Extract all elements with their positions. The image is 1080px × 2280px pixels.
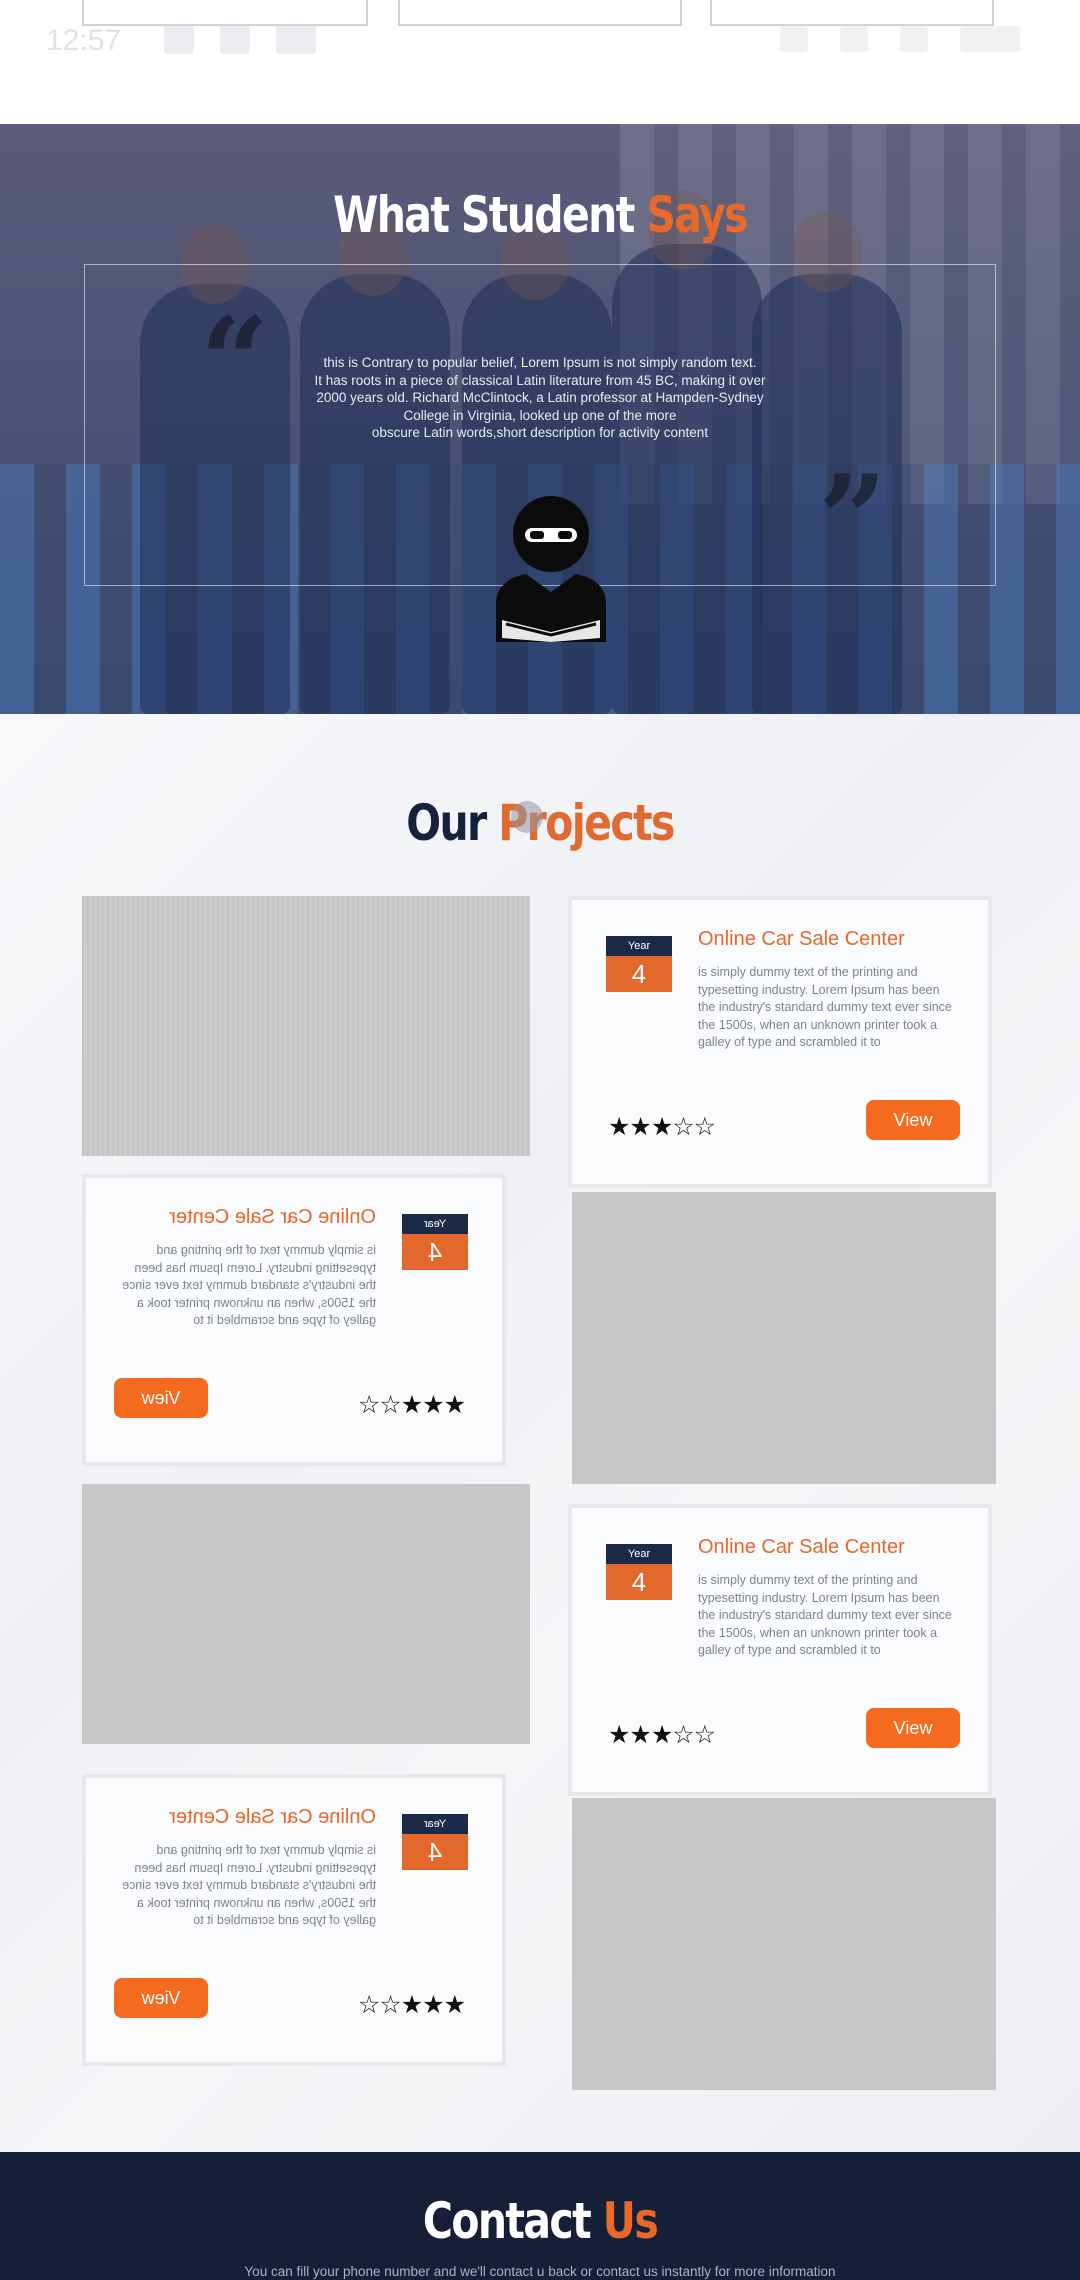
year-value: 4	[606, 1564, 672, 1600]
testimonial-line: 2000 years old. Richard McClintock, a La…	[316, 390, 764, 405]
contact-subtitle: You can fill your phone number and we'll…	[244, 2264, 836, 2279]
view-button[interactable]: View	[114, 1378, 208, 1418]
year-value: 4	[402, 1834, 468, 1870]
testimonial-line: obscure Latin words,short description fo…	[371, 425, 709, 440]
status-bar: 12:57	[0, 0, 1080, 80]
project-title[interactable]: Online Car Sale Center	[169, 1806, 376, 1829]
signal-icon	[840, 26, 868, 52]
projects-section: Our Projects Year 4 Online Car Sale Cent…	[0, 714, 1080, 2152]
student-avatar-icon	[496, 496, 606, 642]
year-badge: Year 4	[402, 1214, 468, 1270]
view-button[interactable]: View	[866, 1100, 960, 1140]
star-rating: ★★★☆☆	[608, 1721, 716, 1749]
testimonial-section: What Student Says “ ” this is Contrary t…	[0, 124, 1080, 714]
year-badge: Year 4	[402, 1814, 468, 1870]
heading-part-orange: Us	[602, 2192, 659, 2250]
contact-section: Contact Us You can fill your phone numbe…	[0, 2152, 1080, 2280]
year-label: Year	[606, 1544, 672, 1564]
status-right-icons	[780, 24, 1040, 54]
status-time: 12:57	[46, 24, 122, 57]
project-title[interactable]: Online Car Sale Center	[698, 1536, 905, 1559]
project-image[interactable]	[572, 1192, 996, 1484]
year-value: 4	[402, 1234, 468, 1270]
project-card[interactable]: Year 4 Online Car Sale Center is simply …	[568, 1504, 992, 1796]
year-label: Year	[606, 936, 672, 956]
contact-heading: Contact Us	[97, 2192, 983, 2250]
view-button[interactable]: View	[866, 1708, 960, 1748]
testimonial-text: this is Contrary to popular belief, Lore…	[300, 354, 780, 442]
battery-icon	[960, 26, 1020, 52]
project-image[interactable]	[82, 896, 530, 1156]
star-rating: ★★★☆☆	[608, 1113, 716, 1141]
star-rating: ★★★☆☆	[358, 1991, 466, 2019]
wifi-icon	[780, 26, 808, 52]
year-badge: Year 4	[606, 1544, 672, 1600]
heading-part-white: Contact	[422, 2192, 603, 2250]
project-card[interactable]: Year 4 Online Car Sale Center is simply …	[568, 896, 992, 1188]
close-quote-icon: ”	[818, 449, 888, 590]
signal-icon	[900, 26, 928, 52]
gallery-icon	[220, 24, 250, 54]
testimonial-heading: What Student Says	[97, 186, 983, 244]
touch-indicator	[511, 801, 543, 833]
project-title[interactable]: Online Car Sale Center	[698, 928, 905, 951]
project-card[interactable]: Year 4 Online Car Sale Center is simply …	[82, 1174, 506, 1466]
project-description: is simply dummy text of the printing and…	[122, 1243, 376, 1327]
star-rating: ★★★☆☆	[358, 1391, 466, 1419]
project-image[interactable]	[82, 1484, 530, 1744]
project-description: is simply dummy text of the printing and…	[698, 1573, 952, 1657]
testimonial-line: this is Contrary to popular belief, Lore…	[323, 355, 757, 370]
year-label: Year	[402, 1814, 468, 1834]
project-image[interactable]	[572, 1798, 996, 2090]
heading-part-white: What Student	[333, 186, 647, 244]
app-icon	[276, 24, 316, 54]
year-badge: Year 4	[606, 936, 672, 992]
year-label: Year	[402, 1214, 468, 1234]
heading-part-navy: Our	[406, 794, 499, 852]
view-button[interactable]: View	[114, 1978, 208, 2018]
open-quote-icon: “	[200, 291, 270, 432]
project-description: is simply dummy text of the printing and…	[698, 965, 952, 1049]
project-description: is simply dummy text of the printing and…	[122, 1843, 376, 1927]
year-value: 4	[606, 956, 672, 992]
project-title[interactable]: Online Car Sale Center	[169, 1206, 376, 1229]
testimonial-line: It has roots in a piece of classical Lat…	[314, 372, 766, 388]
testimonial-line: College in Virginia, looked up one of th…	[403, 407, 677, 423]
notification-icon	[164, 24, 194, 54]
heading-part-orange: Says	[646, 186, 748, 244]
project-card[interactable]: Year 4 Online Car Sale Center is simply …	[82, 1774, 506, 2066]
